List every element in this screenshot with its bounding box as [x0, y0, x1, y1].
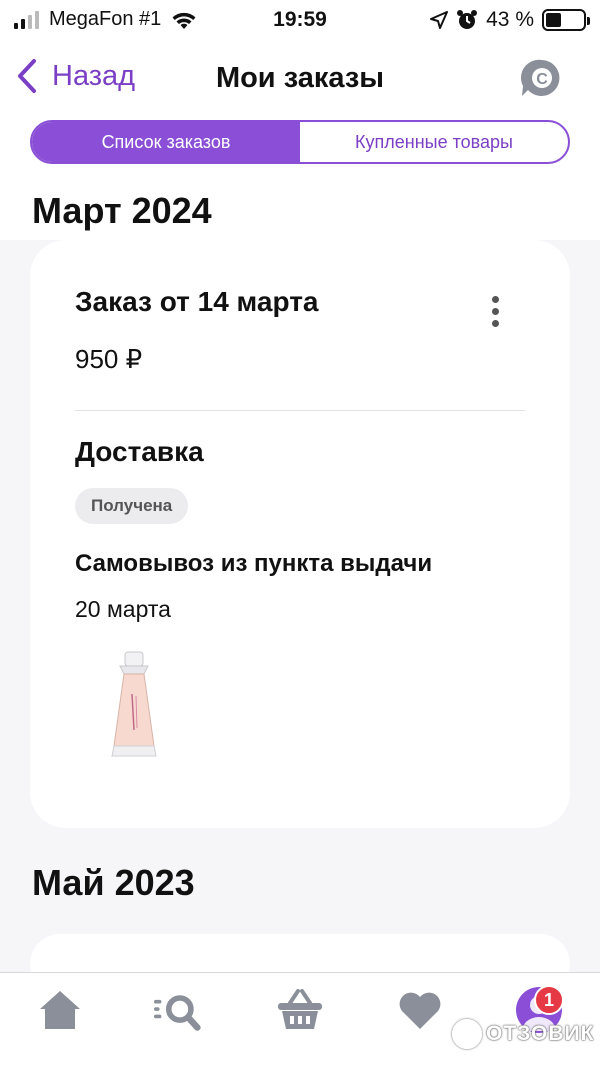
search-icon[interactable]	[154, 987, 202, 1033]
status-right: 43 %	[430, 8, 590, 32]
delivery-date: 20 марта	[75, 596, 171, 622]
watermark: ОТЗОВИК	[452, 1019, 594, 1049]
delivery-method: Самовывоз из пункта выдачи	[75, 550, 433, 577]
svg-text:С: С	[536, 71, 548, 88]
watermark-text: ОТЗОВИК	[486, 1022, 595, 1045]
divider	[75, 410, 525, 411]
order-view-toggle: Список заказов Купленные товары	[30, 120, 570, 164]
page-title: Мои заказы	[215, 62, 385, 94]
header: Назад Мои заказы С Список заказов Куплен…	[0, 40, 600, 240]
tab-orders-list[interactable]: Список заказов	[32, 122, 300, 162]
battery-icon	[542, 9, 590, 31]
more-options-icon[interactable]	[492, 296, 500, 332]
heart-icon[interactable]	[396, 987, 444, 1033]
location-arrow-icon	[430, 11, 449, 29]
basket-icon[interactable]	[276, 987, 324, 1033]
order-title: Заказ от 14 марта	[75, 286, 319, 317]
support-chat-icon[interactable]: С	[518, 58, 562, 98]
status-badge: Получена	[75, 488, 189, 524]
notification-badge: 1	[534, 985, 564, 1015]
product-image[interactable]	[96, 650, 172, 762]
order-card[interactable]: Заказ от 14 марта 950 ₽ Доставка Получен…	[30, 240, 570, 828]
alarm-icon	[457, 10, 478, 29]
battery-fill	[546, 13, 562, 27]
month-heading: Май 2023	[32, 862, 195, 903]
delivery-heading: Доставка	[75, 436, 204, 467]
battery-percent: 43 %	[486, 8, 534, 31]
tab-purchased-items[interactable]: Купленные товары	[300, 122, 568, 162]
status-bar: MegaFon #1 19:59 43 %	[0, 0, 600, 40]
order-price: 950 ₽	[75, 344, 143, 374]
month-heading: Март 2024	[32, 190, 212, 231]
watermark-logo-icon	[452, 1019, 482, 1049]
home-icon[interactable]	[36, 987, 84, 1033]
